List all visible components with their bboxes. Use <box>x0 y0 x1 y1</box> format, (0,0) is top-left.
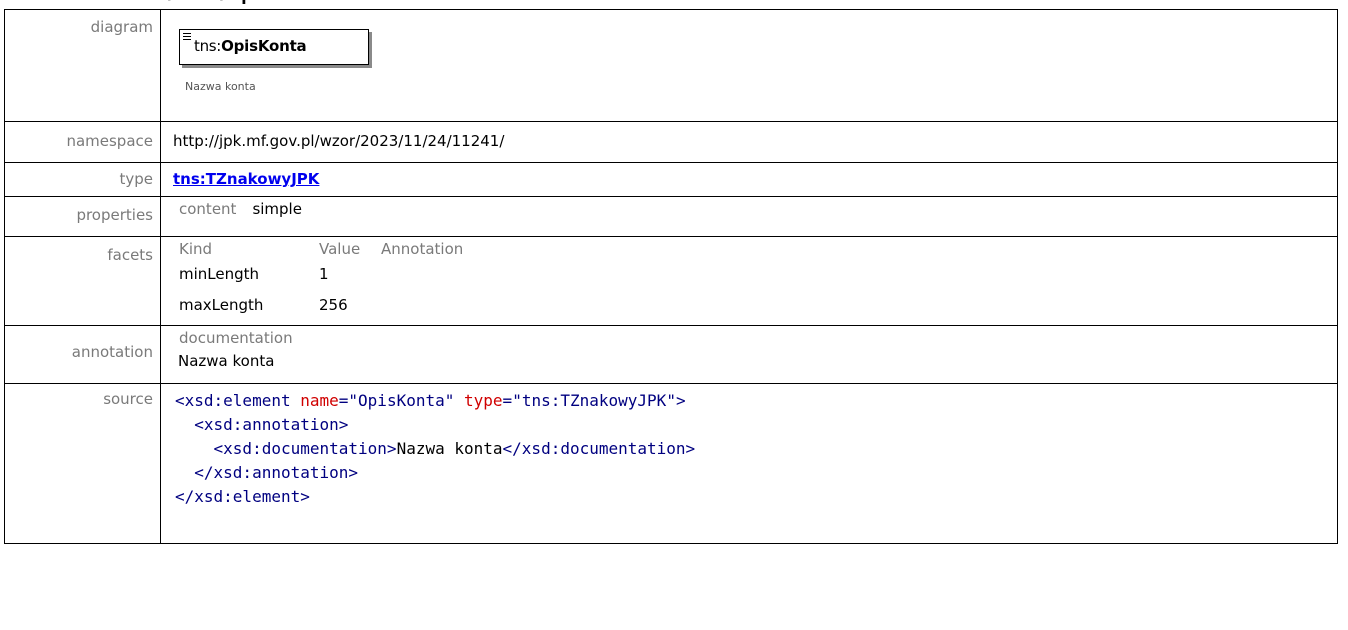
facet-row: minLength 1 <box>179 263 463 294</box>
page: element ZOiS/ZOiS/Opis diagram tns:OpisK… <box>0 0 1348 630</box>
annotation-key: documentation <box>179 329 293 347</box>
facet-kind: minLength <box>179 265 260 283</box>
source-line: <xsd:documentation>Nazwa konta</xsd:docu… <box>213 439 696 458</box>
source-code: <xsd:element name="OpisKonta" type="tns:… <box>175 389 1337 509</box>
annotation-label: annotation <box>4 325 161 384</box>
facets-row: facets Kind Value Annotation minLength 1… <box>4 236 1338 326</box>
element-lines-icon <box>183 33 191 42</box>
namespace-row: namespace http://jpk.mf.gov.pl/wzor/2023… <box>4 121 1338 163</box>
annotation-row: annotation documentation Nazwa konta <box>4 325 1338 384</box>
type-link[interactable]: tns:TZnakowyJPK <box>173 170 319 188</box>
facet-kind: maxLength <box>179 296 264 314</box>
source-row: source <xsd:element name="OpisKonta" typ… <box>4 383 1338 544</box>
properties-value: simple <box>252 200 302 218</box>
element-local-name: OpisKonta <box>221 37 307 55</box>
properties-key: content <box>179 200 237 218</box>
facet-value: 1 <box>319 265 329 283</box>
facets-header-value: Value <box>319 240 361 258</box>
facets-table: Kind Value Annotation minLength 1 maxLen… <box>179 240 463 314</box>
annotation-value: Nazwa konta <box>178 352 275 370</box>
source-line: <xsd:annotation> <box>194 415 349 434</box>
namespace-label: namespace <box>4 121 161 163</box>
page-heading: element ZOiS/ZOiS/Opis <box>40 0 270 8</box>
element-doc-table: diagram tns:OpisKonta Nazwa konta namesp… <box>4 9 1338 544</box>
diagram-cell: tns:OpisKonta Nazwa konta <box>160 9 1338 122</box>
element-diagram[interactable]: tns:OpisKonta <box>179 29 383 73</box>
facet-row: maxLength 256 <box>179 294 463 314</box>
facets-cell: Kind Value Annotation minLength 1 maxLen… <box>160 236 1338 326</box>
facet-value: 256 <box>319 296 348 314</box>
facet-annotation <box>381 294 463 314</box>
source-label: source <box>4 383 161 544</box>
properties-table: content simple <box>179 200 302 218</box>
facets-header-annotation: Annotation <box>381 240 464 258</box>
source-cell: <xsd:element name="OpisKonta" type="tns:… <box>160 383 1338 544</box>
properties-cell: content simple <box>160 196 1338 237</box>
diagram-label: diagram <box>4 9 161 122</box>
facets-label: facets <box>4 236 161 326</box>
source-line: </xsd:annotation> <box>194 463 359 482</box>
type-cell: tns:TZnakowyJPK <box>160 162 1338 197</box>
diagram-row: diagram tns:OpisKonta Nazwa konta <box>4 9 1338 122</box>
properties-row: properties content simple <box>4 196 1338 237</box>
facets-header-kind: Kind <box>179 240 213 258</box>
element-prefix: tns: <box>194 37 222 55</box>
properties-label: properties <box>4 196 161 237</box>
diagram-caption: Nazwa konta <box>185 80 256 93</box>
source-line: </xsd:element> <box>175 487 310 506</box>
annotation-cell: documentation Nazwa konta <box>160 325 1338 384</box>
type-row: type tns:TZnakowyJPK <box>4 162 1338 197</box>
type-label: type <box>4 162 161 197</box>
element-name: tns:OpisKonta <box>194 37 307 55</box>
facet-annotation <box>381 263 463 294</box>
element-box[interactable]: tns:OpisKonta <box>179 29 369 65</box>
namespace-value: http://jpk.mf.gov.pl/wzor/2023/11/24/112… <box>160 121 1338 163</box>
source-line: <xsd:element name="OpisKonta" type="tns:… <box>175 391 686 410</box>
facets-header-row: Kind Value Annotation <box>179 240 463 263</box>
